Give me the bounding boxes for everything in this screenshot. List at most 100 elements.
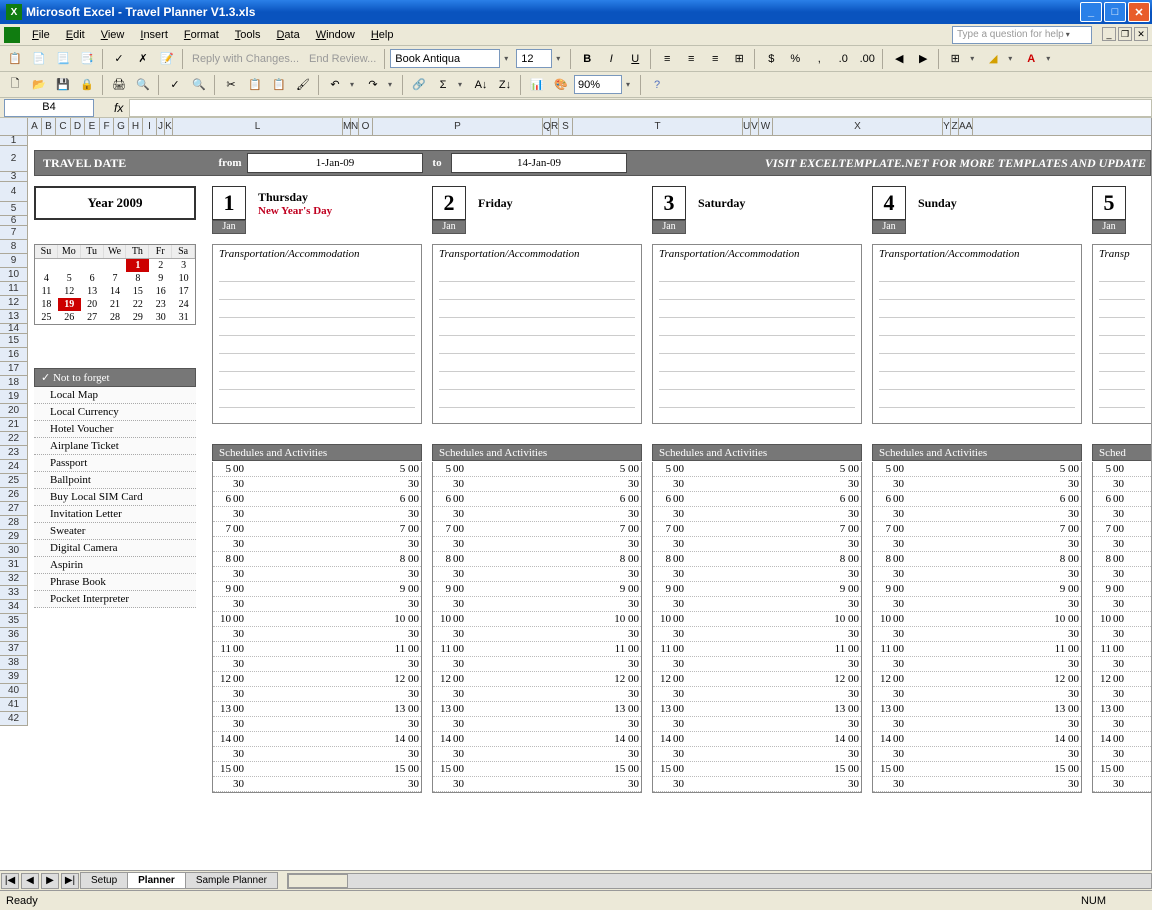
help-search-input[interactable]: Type a question for help▾ <box>952 26 1092 44</box>
maximize-button[interactable]: □ <box>1104 2 1126 22</box>
align-right-button[interactable]: ≡ <box>704 48 726 70</box>
minical-day[interactable]: 1 <box>126 259 149 272</box>
row-header[interactable]: 36 <box>0 628 28 642</box>
show-comment-icon[interactable]: 📄 <box>28 48 50 70</box>
underline-button[interactable]: U <box>624 48 646 70</box>
format-painter-button[interactable]: 🖌 <box>292 74 314 96</box>
undo-button[interactable]: ↶ <box>324 74 346 96</box>
ntf-item[interactable]: Airplane Ticket <box>34 438 196 455</box>
column-header[interactable]: P <box>373 118 543 135</box>
row-header[interactable]: 28 <box>0 516 28 530</box>
column-header[interactable]: AA <box>959 118 973 135</box>
row-header[interactable]: 22 <box>0 432 28 446</box>
minical-day[interactable]: 20 <box>81 298 104 311</box>
increase-indent-button[interactable]: ▶ <box>912 48 934 70</box>
column-header[interactable]: Q <box>543 118 551 135</box>
row-header[interactable]: 30 <box>0 544 28 558</box>
track-changes-icon[interactable]: 📝 <box>156 48 178 70</box>
name-box[interactable]: B4 <box>4 99 94 117</box>
menu-edit[interactable]: Edit <box>58 27 93 43</box>
minical-day[interactable]: 24 <box>172 298 195 311</box>
worksheet-content[interactable]: TRAVEL DATE from 1-Jan-09 to 14-Jan-09 V… <box>28 136 1151 870</box>
ntf-item[interactable]: Digital Camera <box>34 540 196 557</box>
redo-button[interactable]: ↷ <box>362 74 384 96</box>
row-header[interactable]: 10 <box>0 268 28 282</box>
minical-day[interactable]: 27 <box>81 311 104 324</box>
from-date-cell[interactable]: 1-Jan-09 <box>247 153 423 173</box>
column-header[interactable]: H <box>129 118 143 135</box>
row-header[interactable]: 26 <box>0 488 28 502</box>
menu-help[interactable]: Help <box>363 27 402 43</box>
minical-day[interactable]: 4 <box>35 272 58 285</box>
minical-day[interactable]: 10 <box>172 272 195 285</box>
minical-day[interactable] <box>81 259 104 272</box>
column-header[interactable]: Z <box>951 118 959 135</box>
increase-decimal-button[interactable]: .0 <box>832 48 854 70</box>
row-header[interactable]: 11 <box>0 282 28 296</box>
row-header[interactable]: 18 <box>0 376 28 390</box>
new-button[interactable]: 🗋 <box>4 74 26 96</box>
menu-window[interactable]: Window <box>308 27 363 43</box>
row-header[interactable]: 31 <box>0 558 28 572</box>
column-header[interactable]: V <box>751 118 759 135</box>
sheet-tab-planner[interactable]: Planner <box>127 872 186 889</box>
row-header[interactable]: 33 <box>0 586 28 600</box>
spreadsheet-grid[interactable]: ABCDEFGHIJKLMNOPQRSTUVWXYZAA 12345678910… <box>0 118 1152 870</box>
chart-wizard-button[interactable]: 📊 <box>526 74 548 96</box>
schedule-box[interactable]: 5005 0030306006 0030307007 0030308008 00… <box>872 462 1082 793</box>
column-header[interactable]: F <box>100 118 114 135</box>
row-header[interactable]: 29 <box>0 530 28 544</box>
minical-day[interactable]: 6 <box>81 272 104 285</box>
column-header[interactable]: W <box>759 118 773 135</box>
minical-day[interactable]: 3 <box>172 259 195 272</box>
mdi-close-button[interactable]: ✕ <box>1134 27 1148 41</box>
column-header[interactable]: I <box>143 118 157 135</box>
row-header[interactable]: 13 <box>0 310 28 324</box>
fx-icon[interactable]: fx <box>114 101 123 115</box>
autosum-button[interactable]: Σ <box>432 74 454 96</box>
row-header[interactable]: 14 <box>0 324 28 334</box>
transportation-box[interactable]: Transportation/Accommodation <box>652 244 862 424</box>
row-header[interactable]: 2 <box>0 146 28 172</box>
column-header[interactable]: T <box>573 118 743 135</box>
bold-button[interactable]: B <box>576 48 598 70</box>
row-header[interactable]: 21 <box>0 418 28 432</box>
schedule-box[interactable]: 5005 0030306006 0030307007 0030308008 00… <box>212 462 422 793</box>
row-header[interactable]: 8 <box>0 240 28 254</box>
ntf-item[interactable]: Invitation Letter <box>34 506 196 523</box>
minical-day[interactable]: 15 <box>126 285 149 298</box>
minical-day[interactable]: 19 <box>58 298 81 311</box>
row-header[interactable]: 6 <box>0 216 28 226</box>
comma-button[interactable]: , <box>808 48 830 70</box>
minical-day[interactable]: 11 <box>35 285 58 298</box>
row-header[interactable]: 41 <box>0 698 28 712</box>
schedule-box[interactable]: 5005 0030306006 0030307007 0030308008 00… <box>652 462 862 793</box>
font-selector[interactable]: Book Antiqua <box>390 49 500 68</box>
ntf-item[interactable]: Sweater <box>34 523 196 540</box>
minical-day[interactable]: 5 <box>58 272 81 285</box>
column-header[interactable]: E <box>85 118 100 135</box>
cut-button[interactable]: ✂ <box>220 74 242 96</box>
minical-day[interactable]: 9 <box>149 272 172 285</box>
tab-nav-next[interactable]: ▶ <box>41 873 59 889</box>
column-header[interactable]: X <box>773 118 943 135</box>
new-comment-icon[interactable]: 📋 <box>4 48 26 70</box>
row-header[interactable]: 38 <box>0 656 28 670</box>
accept-change-icon[interactable]: ✓ <box>108 48 130 70</box>
row-header[interactable]: 3 <box>0 172 28 182</box>
transportation-box[interactable]: Transportation/Accommodation <box>872 244 1082 424</box>
minical-day[interactable]: 18 <box>35 298 58 311</box>
transportation-box[interactable]: Transp <box>1092 244 1152 424</box>
schedule-box[interactable]: 5005 0030306006 0030307007 0030308008 00… <box>432 462 642 793</box>
column-header[interactable]: G <box>114 118 129 135</box>
permission-button[interactable]: 🔒 <box>76 74 98 96</box>
minical-day[interactable] <box>58 259 81 272</box>
ntf-item[interactable]: Ballpoint <box>34 472 196 489</box>
font-color-button[interactable]: A <box>1020 48 1042 70</box>
minical-day[interactable]: 30 <box>149 311 172 324</box>
row-header[interactable]: 27 <box>0 502 28 516</box>
select-all-corner[interactable] <box>0 118 28 135</box>
ntf-item[interactable]: Pocket Interpreter <box>34 591 196 608</box>
help-button[interactable]: ? <box>646 74 668 96</box>
row-header[interactable]: 1 <box>0 136 28 146</box>
